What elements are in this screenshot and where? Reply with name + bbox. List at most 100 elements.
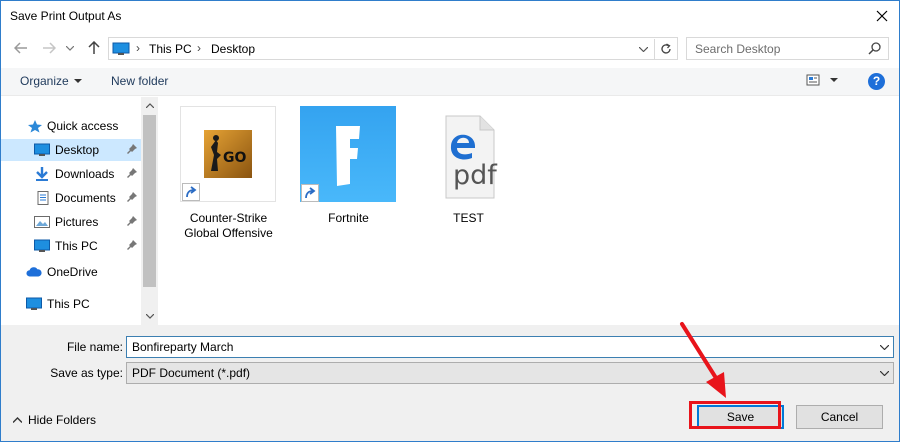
hide-folders-button[interactable]: Hide Folders [13, 413, 96, 427]
scroll-up-button[interactable] [141, 97, 158, 114]
view-options-icon [806, 74, 820, 86]
nav-item-label: Quick access [47, 119, 119, 133]
file-name-dropdown[interactable] [877, 340, 891, 354]
csgo-badge: GO [223, 150, 247, 166]
pin-icon [127, 144, 137, 154]
download-icon [36, 167, 48, 181]
pc-icon [26, 297, 42, 310]
file-name-input[interactable]: Bonfireparty March [126, 336, 894, 358]
close-button[interactable] [871, 5, 893, 27]
help-button[interactable]: ? [868, 73, 885, 90]
documents-icon [37, 191, 49, 205]
nav-item-onedrive[interactable]: OneDrive [1, 261, 141, 283]
navigation-pane: Quick access Desktop Downloads Documents… [1, 97, 158, 325]
pdf-label: pdf [453, 160, 497, 191]
desktop-icon [34, 143, 50, 156]
shortcut-arrow-icon [301, 184, 319, 202]
file-item-test-pdf[interactable]: pdf TEST [411, 105, 521, 245]
nav-item-quick-access[interactable]: Quick access [1, 115, 141, 137]
command-toolbar: Organize New folder ? [1, 68, 899, 96]
nav-scrollbar[interactable] [141, 97, 158, 325]
title-bar: Save Print Output As [1, 1, 899, 32]
file-name-line1: Fortnite [328, 211, 369, 225]
hide-folders-label: Hide Folders [28, 413, 97, 427]
file-name-line1: Counter-Strike [189, 211, 268, 225]
pictures-icon [34, 216, 50, 228]
new-folder-button[interactable]: New folder [111, 74, 168, 88]
save-dialog: Save Print Output As › This PC › Desktop [0, 0, 900, 442]
file-thumbnail: pdf [420, 106, 516, 202]
dialog-title: Save Print Output As [10, 9, 122, 23]
nav-item-label: This PC [47, 297, 90, 311]
save-type-select[interactable]: PDF Document (*.pdf) [126, 362, 894, 384]
file-item-fortnite[interactable]: Fortnite [291, 105, 401, 245]
file-name-line1: TEST [453, 211, 484, 225]
pin-icon [127, 240, 137, 250]
file-item-csgo[interactable]: GO Counter-Strike Global Offensive [171, 105, 281, 245]
search-icon [868, 42, 881, 55]
nav-item-label: Documents [55, 191, 116, 205]
chevron-down-icon [879, 344, 889, 350]
breadcrumb-desktop[interactable]: Desktop [211, 42, 255, 56]
nav-item-label: This PC [55, 239, 98, 253]
recent-locations-button[interactable] [63, 36, 77, 60]
search-box[interactable]: Search Desktop [686, 37, 889, 60]
up-arrow-icon [88, 41, 100, 54]
nav-item-label: Downloads [55, 167, 115, 181]
file-thumbnail: GO [180, 106, 276, 202]
pin-icon [127, 192, 137, 202]
scroll-thumb[interactable] [143, 115, 156, 287]
star-icon [28, 120, 42, 133]
file-thumbnail [300, 106, 396, 202]
nav-item-label: Desktop [55, 143, 100, 157]
save-highlight-box [689, 401, 781, 429]
organize-label: Organize [20, 74, 69, 88]
up-button[interactable] [84, 36, 104, 60]
nav-item-pictures[interactable]: Pictures [1, 211, 141, 233]
monitor-icon [112, 42, 130, 55]
nav-item-this-pc-pinned[interactable]: This PC [1, 235, 141, 257]
file-name-label: File name: [66, 340, 123, 354]
file-name-label: Counter-Strike Global Offensive [171, 211, 286, 241]
save-type-dropdown[interactable] [877, 366, 891, 380]
search-placeholder: Search Desktop [695, 42, 781, 56]
chevron-down-icon [145, 314, 154, 319]
nav-item-label: OneDrive [47, 265, 98, 279]
shortcut-arrow-icon [182, 183, 200, 201]
pc-icon [34, 239, 50, 252]
chevron-up-icon [13, 417, 22, 423]
scroll-down-button[interactable] [141, 308, 158, 325]
nav-item-this-pc[interactable]: This PC [1, 293, 141, 315]
forward-arrow-icon [43, 42, 56, 54]
file-name-label: Fortnite [291, 211, 406, 226]
cancel-button[interactable]: Cancel [796, 405, 883, 429]
address-row: › This PC › Desktop Search Desktop [1, 36, 899, 62]
save-type-value: PDF Document (*.pdf) [132, 366, 251, 380]
breadcrumb-this-pc[interactable]: This PC [149, 42, 192, 56]
chevron-down-icon [638, 46, 648, 52]
address-history-dropdown[interactable] [635, 40, 651, 58]
refresh-icon [660, 43, 671, 54]
chevron-down-icon [66, 45, 74, 51]
file-name-label: TEST [411, 211, 526, 226]
nav-item-downloads[interactable]: Downloads [1, 163, 141, 185]
address-bar[interactable]: › This PC › Desktop [108, 37, 678, 60]
breadcrumb-separator: › [197, 41, 201, 55]
caret-down-icon [73, 79, 82, 83]
file-name-line2: Global Offensive [184, 226, 273, 240]
organize-button[interactable]: Organize [20, 74, 82, 88]
refresh-button[interactable] [654, 39, 676, 59]
change-view-button[interactable] [806, 74, 838, 86]
nav-item-label: Pictures [55, 215, 99, 229]
nav-item-desktop[interactable]: Desktop [1, 139, 141, 161]
pin-icon [127, 168, 137, 178]
nav-item-documents[interactable]: Documents [1, 187, 141, 209]
caret-down-icon [830, 78, 838, 82]
file-list: GO Counter-Strike Global Offensive Fortn… [161, 97, 899, 325]
close-icon [876, 10, 888, 22]
forward-button[interactable] [39, 36, 59, 60]
back-button[interactable] [11, 36, 31, 60]
file-name-value: Bonfireparty March [132, 340, 234, 354]
breadcrumb-separator: › [136, 41, 140, 55]
chevron-down-icon [879, 370, 889, 376]
